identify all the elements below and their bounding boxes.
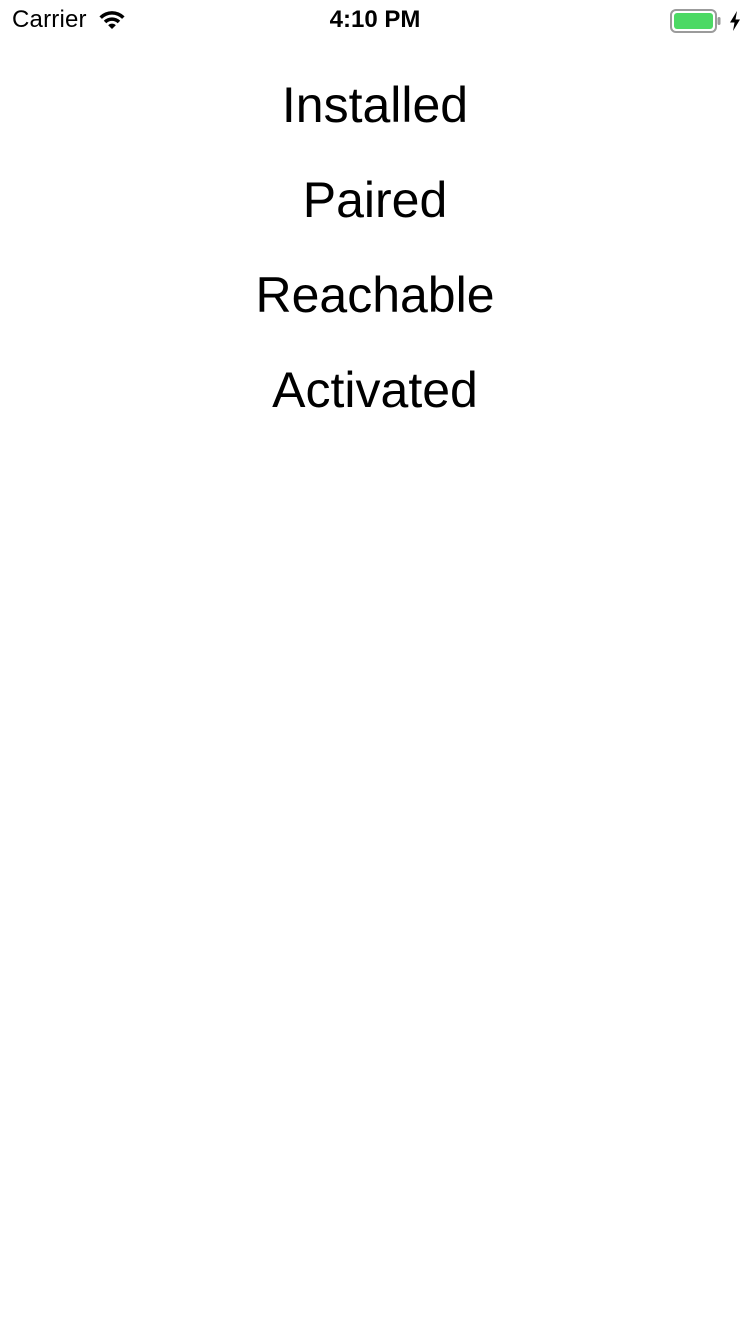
status-list: Installed Paired Reachable Activated: [0, 70, 750, 450]
status-time: 4:10 PM: [329, 6, 421, 33]
status-bar: Carrier 4:10 PM: [0, 0, 750, 40]
battery-group: [670, 8, 742, 34]
status-item-reachable: Reachable: [255, 267, 495, 323]
app-screen: Carrier 4:10 PM Installed Paired Reachab…: [0, 0, 750, 1334]
status-item-activated: Activated: [272, 362, 478, 418]
status-item-paired: Paired: [302, 172, 448, 228]
battery-icon: [670, 8, 722, 34]
status-item-installed: Installed: [281, 77, 469, 133]
charging-bolt-icon: [728, 10, 742, 32]
